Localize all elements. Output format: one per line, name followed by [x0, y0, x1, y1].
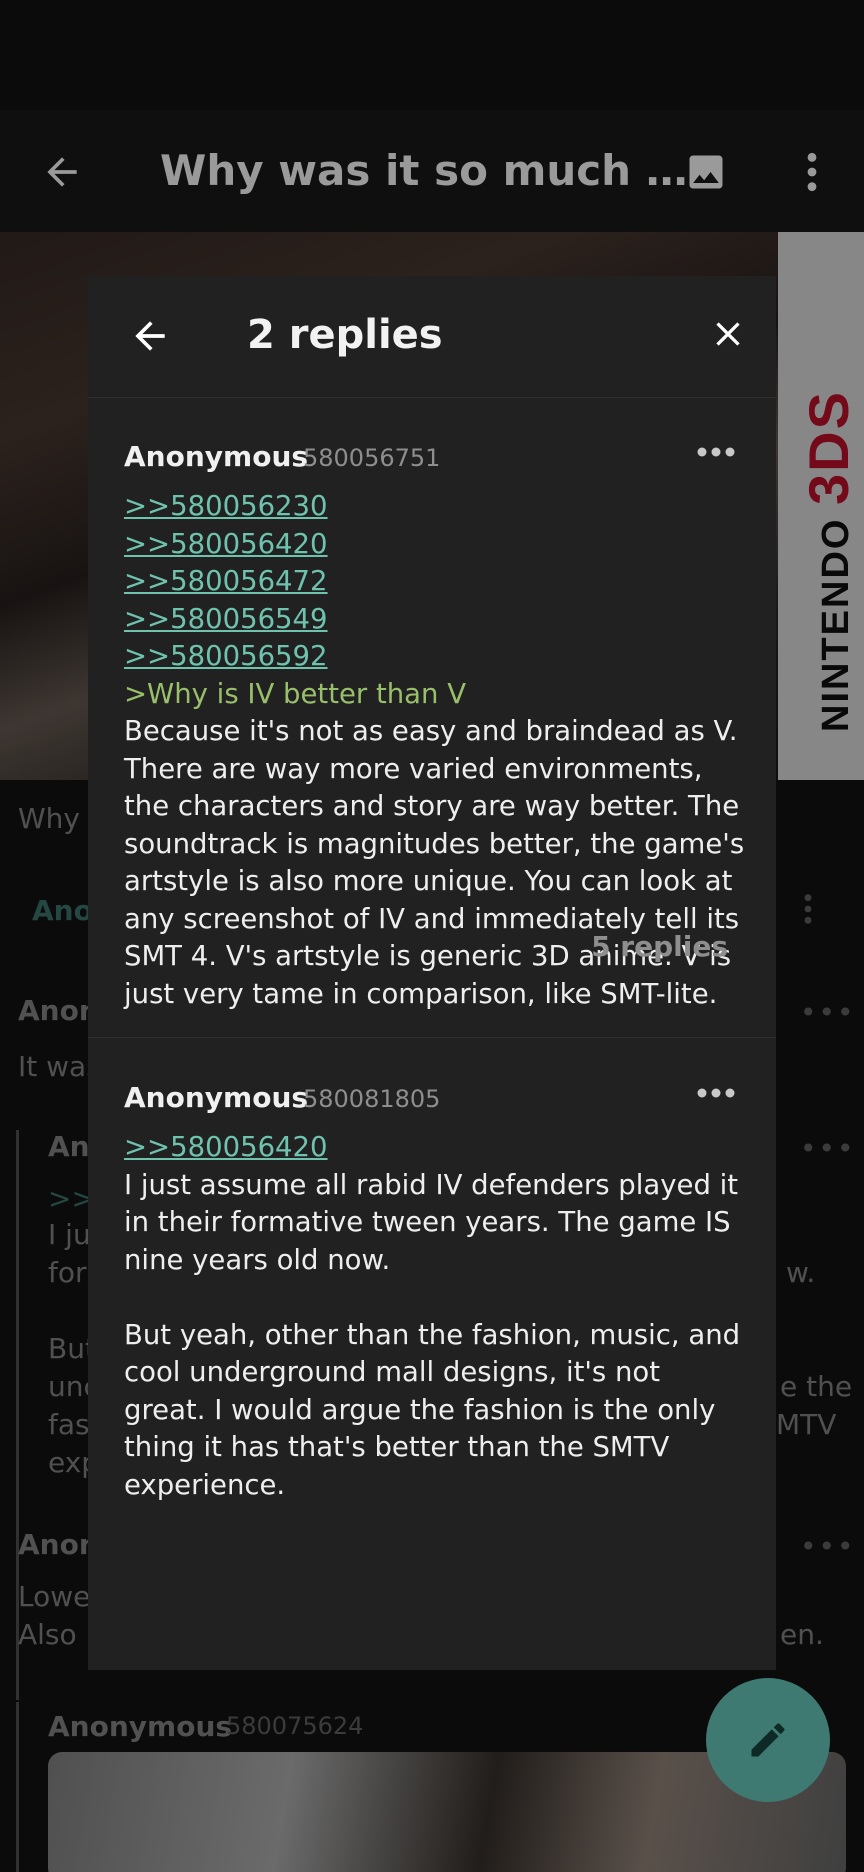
more-horiz-icon[interactable]: [696, 1087, 736, 1099]
post-line: soundtrack is magnitudes better, the gam…: [124, 827, 745, 860]
thread-title: Why was it so much …: [160, 146, 688, 195]
post-line: in their formative tween years. The game…: [124, 1206, 731, 1238]
post-number[interactable]: 580056751: [303, 444, 440, 472]
quote-link[interactable]: >>580056420: [124, 1131, 328, 1163]
more-vert-icon[interactable]: [800, 150, 824, 194]
post-line: cool underground mall designs, it's not: [124, 1356, 661, 1388]
close-icon[interactable]: [708, 314, 748, 354]
quote-link[interactable]: >>580056549: [124, 603, 328, 635]
replies-count-button[interactable]: 5 replies: [591, 930, 728, 963]
post-line: But yeah, other than the fashion, music,…: [124, 1318, 741, 1351]
status-bar: [0, 0, 864, 110]
poster-name: Anonymous: [124, 440, 309, 473]
post-line: artstyle is also more unique. You can lo…: [124, 865, 733, 897]
post-number[interactable]: 580081805: [303, 1085, 440, 1113]
quote-link[interactable]: >>580056420: [124, 528, 328, 560]
reply-post: Anonymous 580056751 >>580056230 >>580056…: [88, 398, 776, 1038]
post-line: thing it has that's better than the SMTV: [124, 1431, 670, 1463]
post-line: Because it's not as easy and braindead a…: [124, 715, 738, 747]
post-line: experience.: [124, 1468, 286, 1501]
post-line: I just assume all rabid IV defenders pla…: [124, 1168, 739, 1201]
post-line: There are way more varied environments,: [124, 752, 703, 785]
reply-fab[interactable]: [706, 1678, 830, 1802]
quote-link[interactable]: >>580056472: [124, 565, 328, 597]
quote-link[interactable]: >>580056592: [124, 640, 328, 672]
more-horiz-icon[interactable]: [696, 446, 736, 458]
poster-name: Anonymous: [124, 1081, 309, 1114]
post-line: just very tame in comparison, like SMT-l…: [124, 977, 718, 1010]
back-arrow-icon[interactable]: [40, 150, 84, 194]
dialog-title: 2 replies: [247, 312, 443, 358]
replies-dialog: 2 replies Anonymous 580056751 >>58005623…: [88, 276, 776, 1670]
greentext-line: >Why is IV better than V: [124, 677, 467, 710]
edit-pencil-icon: [751, 1723, 785, 1757]
dialog-header: 2 replies: [88, 276, 776, 398]
image-icon[interactable]: [684, 150, 728, 194]
back-arrow-icon[interactable]: [128, 314, 172, 358]
quote-link[interactable]: >>580056230: [124, 490, 328, 522]
post-line: nine years old now.: [124, 1243, 391, 1276]
reply-post: Anonymous 580081805 >>580056420 I just a…: [88, 1039, 776, 1669]
post-line: great. I would argue the fashion is the …: [124, 1393, 716, 1426]
post-line: the characters and story are way better.…: [124, 790, 740, 822]
post-body: >>580056420 I just assume all rabid IV d…: [124, 1129, 744, 1504]
app-bar: Why was it so much …: [0, 110, 864, 232]
